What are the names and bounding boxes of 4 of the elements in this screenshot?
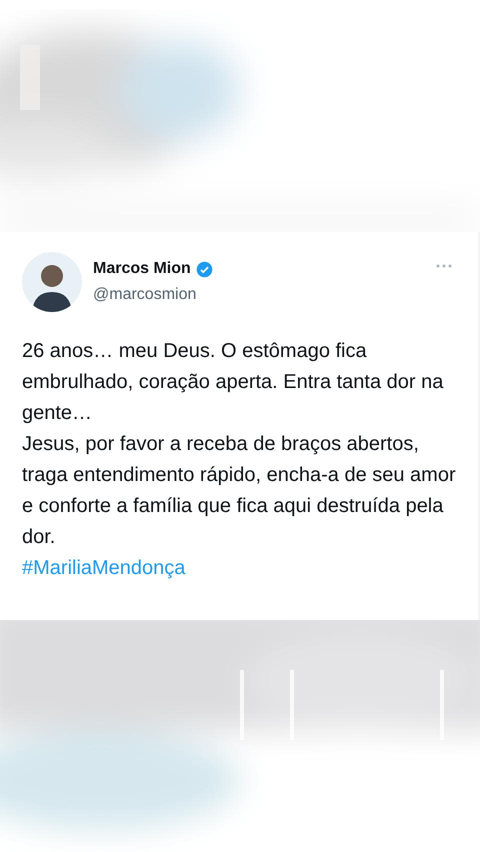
tweet-text: Jesus, por favor a receba de braços abertos, traga entendimento rápido, encha-a de seu amor e conforte a família que fica aqui destruída pela dor. bbox=[22, 432, 457, 550]
username[interactable]: @marcosmion bbox=[93, 283, 213, 307]
tweet-text: 26 anos… meu Deus. O estômago fica embrulhado, coração aperta. Entra tanta dor na gente… bbox=[22, 339, 444, 426]
display-name[interactable]: Marcos Mion bbox=[93, 257, 191, 281]
